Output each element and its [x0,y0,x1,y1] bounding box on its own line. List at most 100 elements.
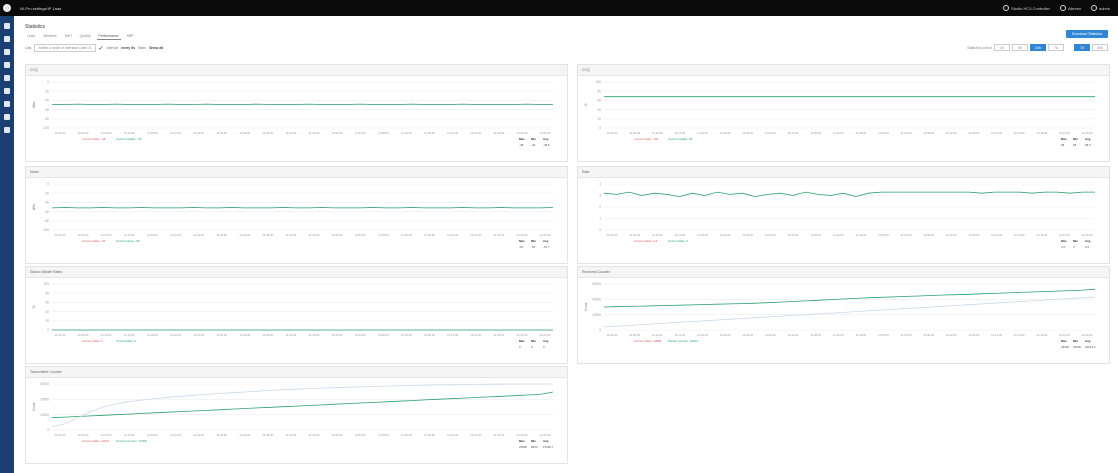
x-tick-label: 11:18:00 [697,233,708,237]
series-line [51,391,554,419]
x-tick-label: 11:30:00 [765,233,776,237]
filter-bar: Link Select a node or interface (Aleri 2… [25,44,163,52]
x-tick-label: 11:18:00 [697,333,708,337]
app-logo-icon[interactable] [0,0,14,16]
period-7d-button[interactable]: 7d [1048,44,1064,51]
x-tick-label: 11:26:00 [193,131,204,135]
x-tick-label: 12:18:00 [1036,131,1047,135]
x-tick-label: 11:58:00 [923,233,934,237]
x-tick-label: 11:22:00 [720,131,731,135]
statistics-icon[interactable] [4,75,10,81]
x-tick-label: 12:10:00 [447,433,458,437]
y-tick-label: -60 [44,210,49,214]
y-tick-label: 100 [596,80,602,84]
x-tick-label: 12:02:00 [401,131,412,135]
x-tick-label: 12:26:00 [1082,233,1093,237]
legend-quality: Current Rate: 0 [116,339,136,343]
y-axis-label: % [584,103,588,106]
x-tick-label: 12:06:00 [968,333,979,337]
x-tick-label: 11:22:00 [170,333,181,337]
summary-header: Min [1073,339,1078,343]
x-tick-label: 11:14:00 [124,433,135,437]
period-30d-button[interactable]: 30d [1092,44,1108,51]
user-menu[interactable]: admin [1091,5,1110,11]
devices-icon[interactable] [4,36,10,42]
summary-header: Avg [543,439,549,443]
x-tick-label: 11:38:00 [810,333,821,337]
x-tick-label: 11:34:00 [788,233,799,237]
x-tick-label: 11:30:00 [216,131,227,135]
dashboard-icon[interactable] [4,23,10,29]
period-24h-button[interactable]: 24h [1030,44,1046,51]
tab-wireless[interactable]: Wireless [41,33,58,40]
x-tick-label: 12:26:00 [1082,131,1093,135]
x-tick-label: 11:30:00 [216,233,227,237]
x-tick-label: 11:30:00 [765,131,776,135]
controller-menu[interactable]: Studio HC3 Controller [1003,5,1050,11]
x-tick-label: 11:46:00 [855,131,866,135]
tab-rbp[interactable]: RBP [125,33,136,40]
network-icon[interactable] [4,62,10,68]
chart-panel: Station Bitrate Rates 100 80 60 40 20 0% 11:02:… [25,266,568,364]
x-tick-label: 11:34:00 [239,131,250,135]
chart-svg: 100 80 60 40 20 0% 11:02:00 11:06:00 11:10:00 11:… [584,80,1095,147]
x-tick-label: 11:02:00 [55,333,66,337]
legend-current: Current Value: 100 [634,137,658,141]
y-tick-label: 1 [599,217,601,221]
chart-panel: Rate 4 3 2 1 0 11:02:00 11:06:00 11:10:00 11:14:0… [577,166,1110,264]
x-tick-label: 12:02:00 [401,333,412,337]
y-tick-label: -100 [43,228,50,232]
summary-header: Avg [543,339,549,343]
map-icon[interactable] [4,49,10,55]
y-axis-label: dBm [32,203,36,210]
y-tick-label: 60 [45,301,49,305]
device-select[interactable]: Select a node or interface (Aleri 2) [34,44,96,52]
x-tick-label: 12:22:00 [516,131,527,135]
chart-svg: 30000 20000 10000 0 Count 11:02:00 11:06:00 11:… [32,382,554,449]
period-1h-button[interactable]: 1h [994,44,1010,51]
tab-wifi[interactable]: WiFi [63,33,74,40]
tab-quality[interactable]: Quality [78,33,93,40]
chart-svg: 0 -20 -40 -60 -80 -100 dBm 11:02:00 11:06:00 11:1… [32,80,553,147]
x-tick-label: 11:10:00 [652,233,663,237]
period-live-button[interactable]: 7d [1074,44,1090,51]
y-tick-label: 80 [45,291,49,295]
y-tick-label: 0 [47,328,49,332]
x-tick-label: 11:42:00 [286,131,297,135]
settings-icon[interactable] [4,101,10,107]
x-tick-label: 12:02:00 [946,333,957,337]
x-tick-label: 11:42:00 [833,233,844,237]
x-tick-label: 12:06:00 [424,131,435,135]
download-statistics-button[interactable]: Download Statistics [1066,30,1108,38]
x-tick-label: 11:46:00 [309,233,320,237]
chart-svg: 4 3 2 1 0 11:02:00 11:06:00 11:10:00 11:14:00 11:… [599,182,1095,249]
period-6h-button[interactable]: 6h [1012,44,1028,51]
summary-header: Max [1061,339,1067,343]
x-tick-label: 11:34:00 [239,433,250,437]
help-menu[interactable]: Alleven [1059,5,1081,11]
stats-value[interactable]: Show all [149,46,163,50]
y-tick-label: 60 [597,99,601,103]
alerts-icon[interactable] [4,88,10,94]
tab-links[interactable]: Links [25,33,37,40]
logs-icon[interactable] [4,127,10,133]
tab-bar: Links Wireless WiFi Quality Performance … [25,33,136,40]
summary-value: -48 [519,143,524,147]
check-icon[interactable]: ✓ [99,45,104,52]
summary-value: -49 [531,143,536,147]
summary-header: Min [531,339,536,343]
x-tick-label: 12:14:00 [1014,131,1025,135]
tab-performance[interactable]: Performance [96,33,121,40]
period-label: Statistics period [967,45,992,50]
chart-svg: 100 80 60 40 20 0% 11:02:00 11:06:00 11:10:00 11:… [32,282,553,349]
globe-icon [1003,5,1010,11]
x-tick-label: 12:10:00 [447,131,458,135]
tools-icon[interactable] [4,114,10,120]
y-tick-label: 20 [45,319,49,323]
interval-value[interactable]: every 5s [121,46,135,50]
x-tick-label: 12:02:00 [401,433,412,437]
summary-header: Max [519,137,525,141]
sidebar [0,16,14,473]
summary-value: 20614.3 [1085,345,1096,349]
summary-value: 24800 [519,445,527,449]
